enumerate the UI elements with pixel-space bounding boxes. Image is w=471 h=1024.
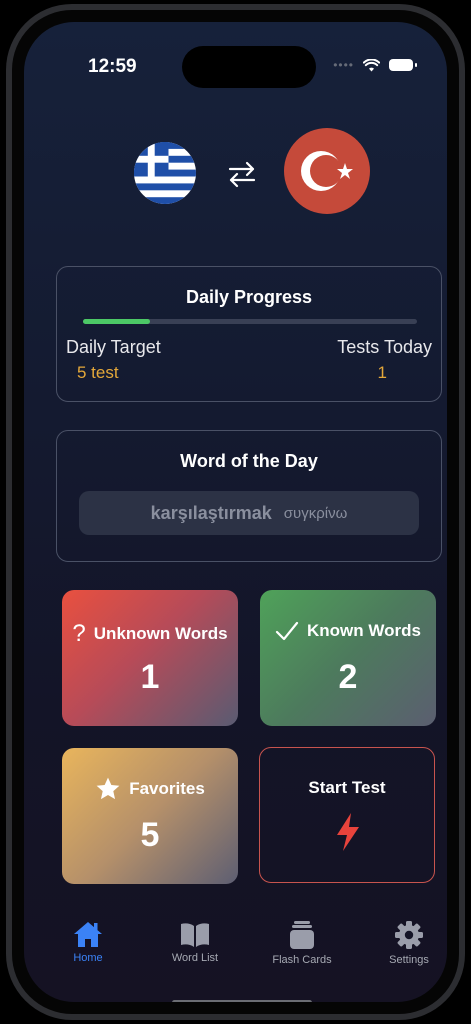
daily-target-value: 5 test <box>77 363 119 382</box>
star-icon <box>96 777 120 800</box>
question-icon: ? <box>72 620 86 647</box>
phone-bezel: 12:59 •••• Daily Progress Daily Target 5… <box>12 10 459 1014</box>
unknown-words-tile[interactable]: ? Unknown Words 1 <box>62 590 238 726</box>
tab-flash-cards[interactable]: Flash Cards <box>257 920 347 966</box>
book-icon <box>181 923 209 947</box>
daily-target-label: Daily Target <box>66 337 161 357</box>
status-icons: •••• <box>333 58 417 72</box>
tab-settings-label: Settings <box>389 954 429 966</box>
word-greek: συγκρίνω <box>283 504 348 522</box>
daily-progress-title: Daily Progress <box>185 287 313 307</box>
favorites-tile[interactable]: Favorites 5 <box>62 748 238 884</box>
turkish-flag[interactable] <box>284 128 370 214</box>
greek-flag[interactable] <box>134 142 196 204</box>
unknown-words-header: ? Unknown Words <box>62 620 238 648</box>
dynamic-island <box>182 46 316 88</box>
tab-settings[interactable]: Settings <box>364 920 447 966</box>
lightning-icon <box>337 813 359 851</box>
tab-word-list[interactable]: Word List <box>150 920 240 964</box>
start-test-label: Start Test <box>308 778 386 797</box>
phone-frame: 12:59 •••• Daily Progress Daily Target 5… <box>6 4 465 1020</box>
known-words-count: 2 <box>338 658 358 696</box>
signal-icon: •••• <box>333 58 354 72</box>
app-screen: 12:59 •••• Daily Progress Daily Target 5… <box>24 22 447 1002</box>
start-test-tile[interactable]: Start Test <box>259 747 435 883</box>
favorites-count: 5 <box>140 816 160 854</box>
known-words-label: Known Words <box>307 621 421 640</box>
wifi-icon <box>363 58 380 71</box>
known-words-tile[interactable]: Known Words 2 <box>260 590 436 726</box>
tab-home[interactable]: Home <box>43 920 133 964</box>
tab-word-list-label: Word List <box>171 952 219 964</box>
progress-bar-fill <box>83 319 150 324</box>
swap-languages-icon[interactable] <box>226 158 258 190</box>
checkmark-icon <box>275 621 299 641</box>
tab-flash-cards-label: Flash Cards <box>272 954 332 966</box>
unknown-words-count: 1 <box>140 658 160 696</box>
unknown-words-label: Unknown Words <box>93 624 228 643</box>
word-of-the-day-card[interactable]: Word of the Day karşılaştırmak συγκρίνω <box>56 430 442 562</box>
progress-bar <box>83 319 417 324</box>
tests-today-label: Tests Today <box>337 337 432 357</box>
tab-bar: Home Word List Flash Cards Settings <box>24 920 447 982</box>
cards-icon <box>290 921 314 949</box>
home-indicator[interactable] <box>172 1000 312 1002</box>
known-words-header: Known Words <box>260 620 436 642</box>
favorites-label: Favorites <box>129 779 205 798</box>
tests-today-value: 1 <box>377 363 387 382</box>
tab-home-label: Home <box>73 952 103 964</box>
status-time: 12:59 <box>88 56 137 77</box>
favorites-header: Favorites <box>62 776 238 802</box>
daily-progress-card: Daily Progress Daily Target 5 test Tests… <box>56 266 442 402</box>
word-of-the-day-title: Word of the Day <box>180 451 318 471</box>
house-icon <box>74 922 102 947</box>
gear-icon <box>395 921 423 949</box>
word-of-the-day-pill[interactable]: karşılaştırmak συγκρίνω <box>79 491 419 535</box>
word-turkish: karşılaştırmak <box>150 502 272 523</box>
battery-icon <box>389 59 417 71</box>
